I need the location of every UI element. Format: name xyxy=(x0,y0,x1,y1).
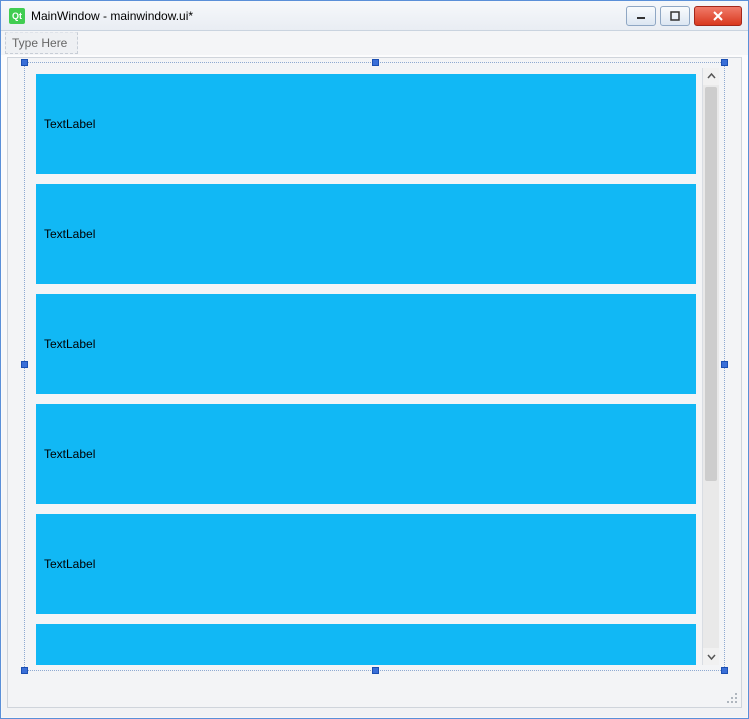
scrollbar-thumb[interactable] xyxy=(705,87,717,481)
size-grip[interactable] xyxy=(725,691,739,705)
selection-handle-se[interactable] xyxy=(721,667,728,674)
text-label[interactable]: TextLabel xyxy=(36,624,696,665)
text-label-text: TextLabel xyxy=(44,117,95,131)
maximize-button[interactable] xyxy=(660,6,690,26)
text-label[interactable]: TextLabel xyxy=(36,294,696,394)
selection-handle-n[interactable] xyxy=(372,59,379,66)
window-title: MainWindow - mainwindow.ui* xyxy=(31,9,626,23)
selection-handle-sw[interactable] xyxy=(21,667,28,674)
scroll-down-button[interactable] xyxy=(703,648,719,665)
qt-app-icon-text: Qt xyxy=(12,11,22,21)
titlebar[interactable]: Qt MainWindow - mainwindow.ui* xyxy=(1,1,748,31)
text-label-text: TextLabel xyxy=(44,227,95,241)
menubar-type-here[interactable]: Type Here xyxy=(5,32,78,54)
qt-app-icon: Qt xyxy=(9,8,25,24)
chevron-up-icon xyxy=(707,72,716,81)
chevron-down-icon xyxy=(707,652,716,661)
selection-handle-nw[interactable] xyxy=(21,59,28,66)
selection-handle-ne[interactable] xyxy=(721,59,728,66)
main-window: Qt MainWindow - mainwindow.ui* Type Here… xyxy=(0,0,749,719)
close-icon xyxy=(712,10,724,22)
minimize-button[interactable] xyxy=(626,6,656,26)
close-button[interactable] xyxy=(694,6,742,26)
text-label[interactable]: TextLabel xyxy=(36,74,696,174)
vertical-scrollbar[interactable] xyxy=(702,68,719,665)
text-label-text: TextLabel xyxy=(44,557,95,571)
scrollbar-track[interactable] xyxy=(703,85,719,648)
minimize-icon xyxy=(636,11,646,21)
text-label-text: TextLabel xyxy=(44,337,95,351)
size-grip-icon xyxy=(725,691,739,705)
maximize-icon xyxy=(670,11,680,21)
selection-frame[interactable]: TextLabel TextLabel TextLabel TextLabel … xyxy=(24,62,725,671)
window-buttons xyxy=(626,6,742,26)
designer-canvas[interactable]: TextLabel TextLabel TextLabel TextLabel … xyxy=(7,57,742,708)
scroll-up-button[interactable] xyxy=(703,68,719,85)
selection-handle-e[interactable] xyxy=(721,361,728,368)
selection-handle-s[interactable] xyxy=(372,667,379,674)
selection-handle-w[interactable] xyxy=(21,361,28,368)
scroll-area: TextLabel TextLabel TextLabel TextLabel … xyxy=(30,68,719,665)
text-label[interactable]: TextLabel xyxy=(36,404,696,504)
text-label-text: TextLabel xyxy=(44,447,95,461)
menubar[interactable]: Type Here xyxy=(1,31,748,55)
text-label[interactable]: TextLabel xyxy=(36,184,696,284)
text-label[interactable]: TextLabel xyxy=(36,514,696,614)
scroll-content: TextLabel TextLabel TextLabel TextLabel … xyxy=(30,68,702,665)
